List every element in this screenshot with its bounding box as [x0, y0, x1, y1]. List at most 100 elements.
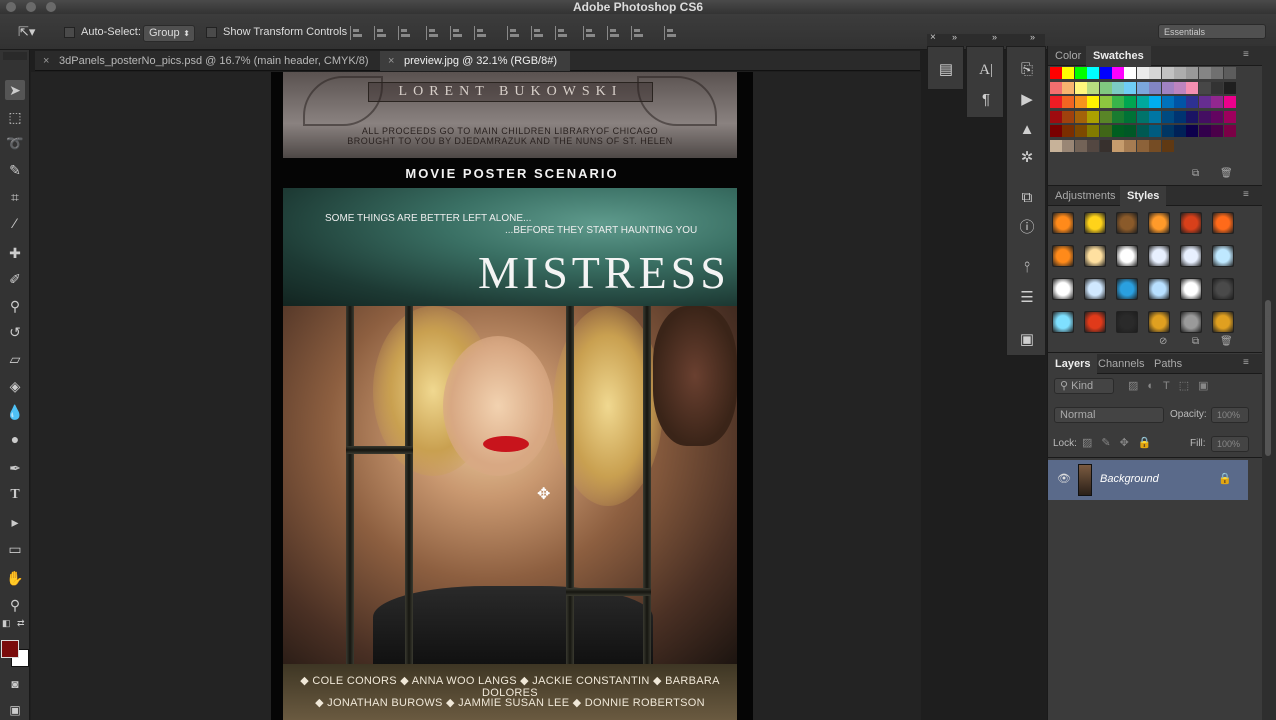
style-preset[interactable]: [1212, 278, 1234, 300]
distribute-bottom-icon[interactable]: [555, 26, 569, 40]
color-swatch[interactable]: [1174, 110, 1186, 123]
color-swatch[interactable]: [1099, 110, 1112, 123]
close-tab-icon[interactable]: ×: [388, 51, 394, 71]
tab-3dpanels-psd[interactable]: × 3dPanels_posterNo_pics.psd @ 16.7% (ma…: [35, 51, 385, 71]
distribute-top-icon[interactable]: [507, 26, 521, 40]
pen-tool-icon[interactable]: ✒: [5, 458, 25, 478]
color-swatch[interactable]: [1149, 110, 1162, 123]
tab-paths[interactable]: Paths: [1147, 354, 1189, 374]
opacity-field[interactable]: 100%: [1211, 407, 1249, 423]
panel-scrollbar[interactable]: [1262, 46, 1276, 720]
color-swatch[interactable]: [1112, 125, 1124, 137]
delete-style-icon[interactable]: 🗑: [1220, 336, 1233, 347]
color-swatch[interactable]: [1174, 96, 1186, 108]
color-swatch[interactable]: [1198, 125, 1211, 137]
color-swatch[interactable]: [1050, 67, 1062, 79]
color-swatch[interactable]: [1062, 96, 1075, 108]
color-swatch[interactable]: [1211, 125, 1224, 137]
color-swatch[interactable]: [1074, 96, 1087, 108]
tab-styles[interactable]: Styles: [1120, 186, 1167, 206]
style-preset[interactable]: [1180, 245, 1202, 267]
color-swatch[interactable]: [1124, 110, 1137, 123]
auto-select-dropdown[interactable]: Group ⬍: [143, 25, 195, 42]
toolbox-grip[interactable]: [3, 52, 27, 60]
tab-adjustments[interactable]: Adjustments: [1048, 186, 1123, 206]
path-selection-tool-icon[interactable]: ▸: [5, 512, 25, 532]
character-panel-icon[interactable]: A|: [973, 59, 999, 81]
color-swatch[interactable]: [1099, 67, 1112, 79]
color-swatch[interactable]: [1099, 125, 1112, 137]
distribute-horizontal-center-icon[interactable]: [607, 26, 621, 40]
crop-tool-icon[interactable]: ⌗: [5, 187, 25, 207]
color-swatch[interactable]: [1211, 110, 1224, 123]
color-swatch[interactable]: [1136, 125, 1149, 137]
panel-menu-icon[interactable]: ≡: [1243, 357, 1249, 368]
color-swatch[interactable]: [1099, 96, 1112, 108]
tool-presets-icon[interactable]: ⫯: [1014, 257, 1040, 279]
color-swatch[interactable]: [1087, 110, 1100, 123]
align-right-icon[interactable]: [474, 26, 488, 40]
layer-comps-icon[interactable]: ▣: [1014, 329, 1040, 351]
layer-filter-icons[interactable]: ▨◐T⬚▣: [1128, 379, 1218, 392]
color-swatch[interactable]: [1074, 67, 1087, 79]
style-preset[interactable]: [1052, 212, 1074, 234]
style-preset[interactable]: [1052, 311, 1074, 333]
zoom-window-button[interactable]: [46, 2, 56, 12]
color-swatch[interactable]: [1149, 96, 1162, 108]
color-swatch[interactable]: [1149, 67, 1162, 79]
paint-bucket-tool-icon[interactable]: ◈: [5, 376, 25, 396]
color-swatch[interactable]: [1211, 67, 1224, 79]
fill-field[interactable]: 100%: [1211, 436, 1249, 452]
color-swatch[interactable]: [1161, 81, 1174, 94]
style-preset[interactable]: [1116, 245, 1138, 267]
lasso-tool-icon[interactable]: ➰: [5, 133, 25, 153]
style-preset[interactable]: [1148, 245, 1170, 267]
color-swatch[interactable]: [1112, 67, 1124, 79]
history-panel-icon[interactable]: ⎘: [1014, 59, 1040, 81]
color-swatch[interactable]: [1124, 81, 1137, 94]
quick-mask-icon[interactable]: ◙: [5, 674, 25, 694]
scrollbar-thumb[interactable]: [1265, 316, 1271, 456]
minimize-window-button[interactable]: [26, 2, 36, 12]
color-swatch[interactable]: [1223, 96, 1236, 108]
rectangle-tool-icon[interactable]: ▭: [5, 539, 25, 559]
color-swatch[interactable]: [1186, 125, 1199, 137]
style-preset[interactable]: [1084, 245, 1106, 267]
color-swatch[interactable]: [1074, 125, 1087, 137]
clear-style-icon[interactable]: ⊘: [1159, 336, 1167, 347]
style-preset[interactable]: [1052, 245, 1074, 267]
style-preset[interactable]: [1212, 212, 1234, 234]
align-horizontal-center-icon[interactable]: [450, 26, 464, 40]
info-panel-icon[interactable]: ⓘ: [1014, 217, 1040, 239]
color-swatch[interactable]: [1112, 81, 1124, 94]
color-swatch[interactable]: [1174, 125, 1186, 137]
color-swatch[interactable]: [1112, 110, 1124, 123]
color-swatch[interactable]: [1050, 81, 1062, 94]
color-swatch[interactable]: [1136, 110, 1149, 123]
workspace-switcher[interactable]: Essentials: [1158, 24, 1266, 39]
style-preset[interactable]: [1148, 212, 1170, 234]
style-preset[interactable]: [1180, 212, 1202, 234]
color-swatch[interactable]: [1211, 81, 1224, 94]
lock-icons[interactable]: ▨✎✥🔒: [1082, 436, 1161, 449]
panel-menu-icon[interactable]: ≡: [1243, 189, 1249, 200]
color-swatch[interactable]: [1186, 96, 1199, 108]
style-preset[interactable]: [1212, 245, 1234, 267]
color-swatch[interactable]: [1062, 110, 1075, 123]
align-bottom-icon[interactable]: [398, 26, 412, 40]
style-preset[interactable]: [1148, 278, 1170, 300]
color-swatch[interactable]: [1050, 110, 1062, 123]
expand-dock-icon[interactable]: »: [1030, 32, 1035, 42]
style-preset[interactable]: [1148, 311, 1170, 333]
spot-healing-tool-icon[interactable]: ✚: [5, 243, 25, 263]
color-swatch[interactable]: [1161, 139, 1174, 152]
blend-mode-dropdown[interactable]: Normal: [1054, 407, 1164, 423]
color-swatch[interactable]: [1198, 81, 1211, 94]
distribute-vertical-center-icon[interactable]: [531, 26, 545, 40]
color-swatch[interactable]: [1050, 96, 1062, 108]
brush-tool-icon[interactable]: ✐: [5, 269, 25, 289]
close-tab-icon[interactable]: ×: [43, 51, 49, 71]
color-swatch[interactable]: [1161, 125, 1174, 137]
color-swatch[interactable]: [1099, 139, 1112, 152]
style-preset[interactable]: [1180, 278, 1202, 300]
